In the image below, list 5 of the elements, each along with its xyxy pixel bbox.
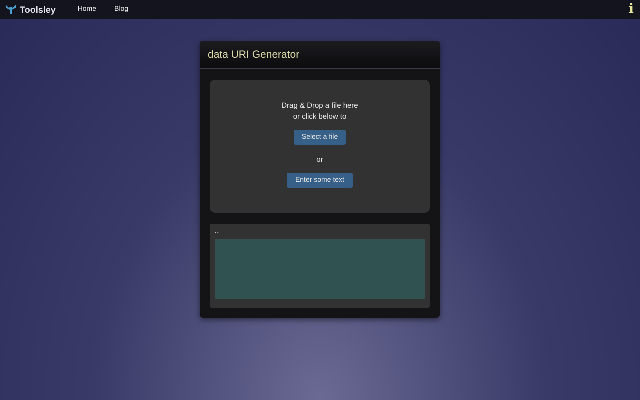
output-field[interactable] — [215, 239, 425, 299]
brand-name[interactable]: Toolsley — [20, 4, 56, 14]
info-icon[interactable]: i — [629, 3, 634, 16]
logo-icon — [5, 4, 17, 15]
card-title: data URI Generator — [208, 48, 300, 60]
